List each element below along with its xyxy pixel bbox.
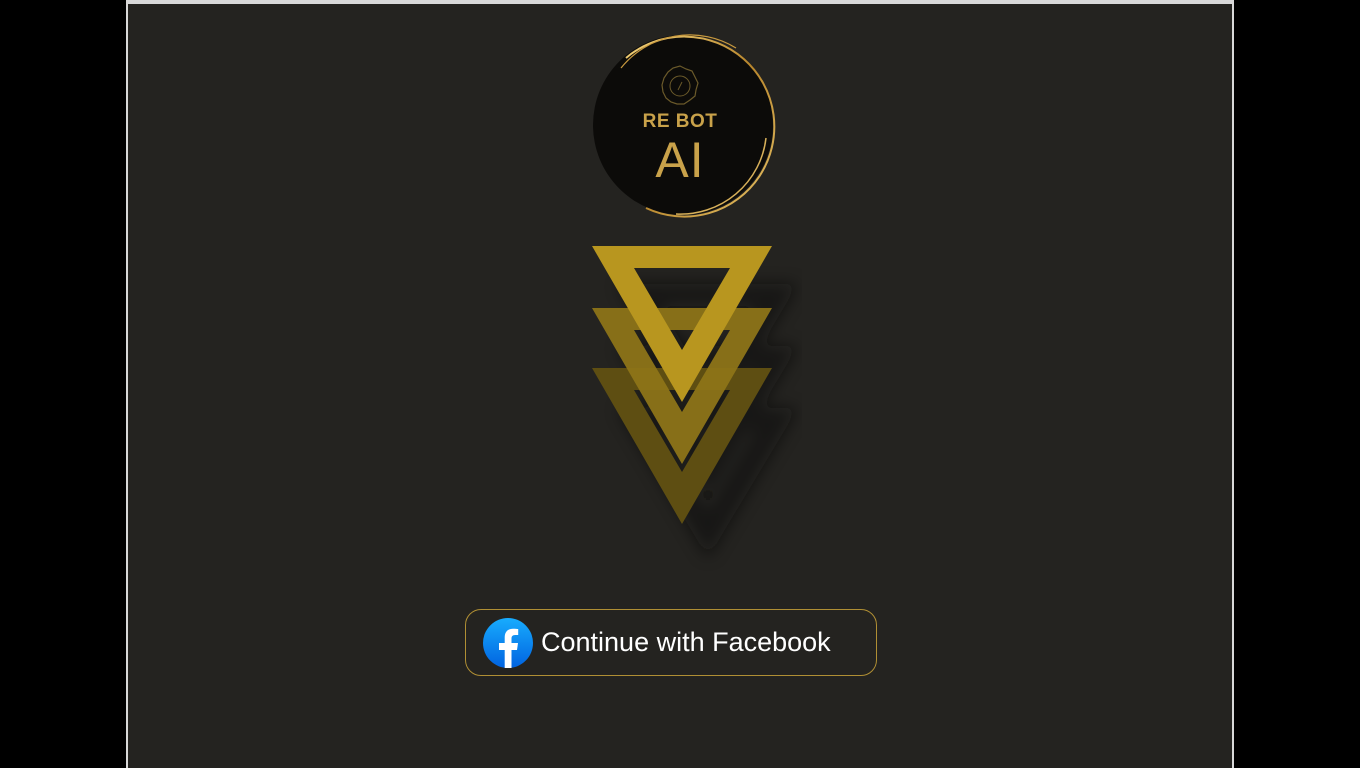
app-screen: RE BOT AI Continue with Facebook	[128, 4, 1232, 768]
facebook-icon	[483, 617, 533, 668]
stacked-triangles-icon	[592, 246, 798, 558]
emblem	[582, 244, 802, 574]
brand-logo: RE BOT AI	[586, 28, 780, 222]
continue-with-facebook-button[interactable]: Continue with Facebook	[465, 609, 877, 676]
brand-name-main: AI	[655, 132, 705, 188]
brand-name-top: RE BOT	[642, 111, 718, 132]
window-frame: RE BOT AI Continue with Facebook	[126, 0, 1234, 768]
facebook-button-label: Continue with Facebook	[541, 627, 831, 657]
